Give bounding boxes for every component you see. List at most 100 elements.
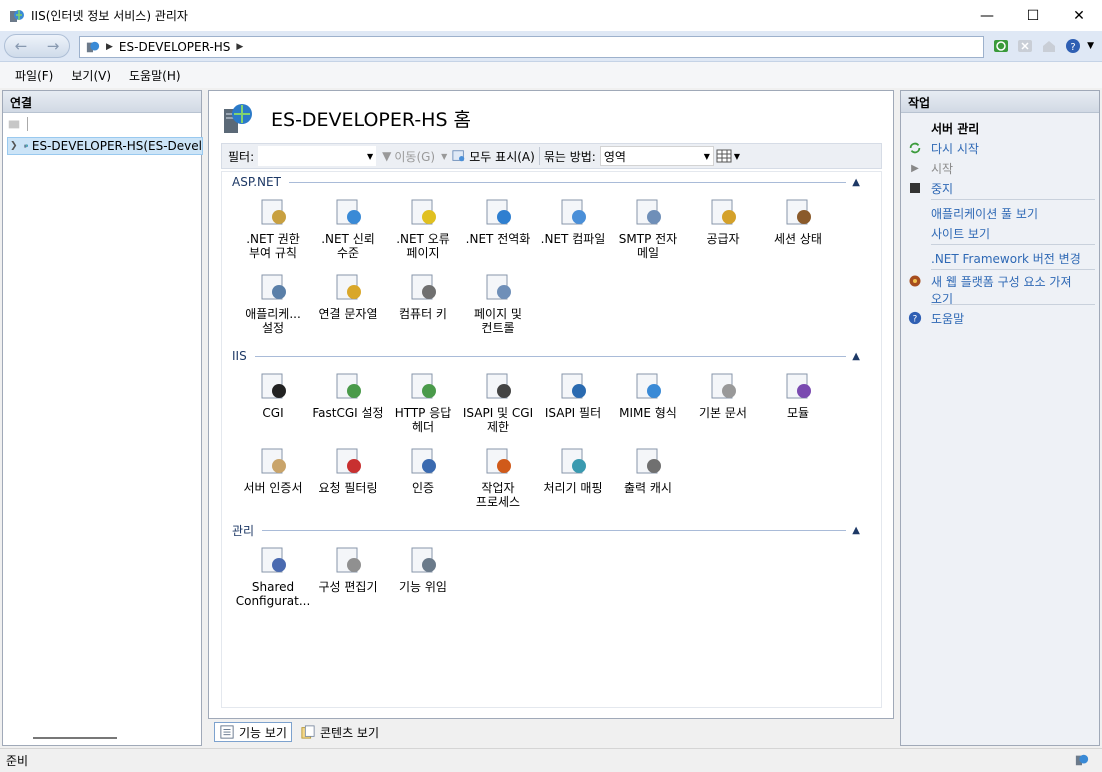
feature-item[interactable]: 연결 문자열: [311, 271, 385, 321]
funnel-icon[interactable]: ▼: [382, 149, 391, 163]
go-button[interactable]: 이동(G): [394, 148, 435, 165]
show-all-button[interactable]: 모두 표시(A): [469, 148, 535, 165]
feature-item[interactable]: 인증: [386, 445, 460, 495]
close-button[interactable]: ✕: [1056, 0, 1102, 31]
connections-header: 연결: [3, 91, 201, 113]
view-sites-action[interactable]: 사이트 보기: [931, 225, 990, 242]
help-icon: ?: [907, 310, 923, 326]
tree-node-server[interactable]: ❯ ES-DEVELOPER-HS(ES-Devel: [7, 137, 203, 155]
feature-label: 요청 필터링: [318, 481, 378, 495]
get-web-platform-action[interactable]: 새 웹 플랫폼 구성 요소 가져 오기: [931, 273, 1091, 307]
feature-icon: [711, 199, 736, 225]
feature-item[interactable]: 모듈: [761, 370, 835, 420]
feature-item[interactable]: .NET 전역화: [461, 196, 535, 246]
collapse-icon[interactable]: ▲: [852, 351, 860, 362]
feature-item[interactable]: 출력 캐시: [611, 445, 685, 495]
feature-label: 모듈: [786, 406, 810, 420]
back-arrow-icon[interactable]: ←: [15, 37, 28, 55]
feature-item[interactable]: 구성 편집기: [311, 544, 385, 594]
home-icon[interactable]: [1039, 36, 1059, 56]
stop-icon[interactable]: [1015, 36, 1035, 56]
feature-icon: [336, 199, 361, 225]
feature-item[interactable]: 기능 위임: [386, 544, 460, 594]
feature-item[interactable]: 페이지 및 컨트롤: [461, 271, 535, 335]
content-view-icon: [301, 725, 315, 739]
feature-label: .NET 컴파일: [540, 232, 606, 246]
feature-item[interactable]: 컴퓨터 키: [386, 271, 460, 321]
feature-item[interactable]: 애플리케... 설정: [236, 271, 310, 335]
feature-item[interactable]: 서버 인증서: [236, 445, 310, 495]
view-mode-dropdown-icon[interactable]: ▼: [734, 152, 740, 161]
feature-item[interactable]: MIME 형식: [611, 370, 685, 420]
maximize-button[interactable]: ☐: [1010, 0, 1056, 31]
help-dropdown-icon[interactable]: ▼: [1087, 41, 1094, 51]
features-view-tab[interactable]: 기능 보기: [214, 722, 292, 742]
menu-file[interactable]: 파일(F): [6, 67, 62, 84]
feature-icon: [336, 373, 361, 399]
feature-icon: [411, 373, 436, 399]
feature-item[interactable]: 작업자 프로세스: [461, 445, 535, 509]
horizontal-scrollbar[interactable]: [33, 737, 117, 739]
refresh-icon[interactable]: [991, 36, 1011, 56]
server-icon: [224, 104, 252, 133]
feature-item[interactable]: FastCGI 설정: [311, 370, 385, 420]
breadcrumb-arrow-icon[interactable]: ▶: [236, 42, 243, 52]
filter-toolbar: 필터: ▼ ▼ 이동(G) ▼ 모두 표시(A) 묶는 방법: 영역 ▼ ▼: [221, 143, 882, 169]
address-breadcrumb[interactable]: ▶ ES-DEVELOPER-HS ▶: [79, 36, 984, 58]
feature-item[interactable]: SMTP 전자 메일: [611, 196, 685, 260]
server-icon: [23, 144, 28, 148]
minimize-button[interactable]: —: [964, 0, 1010, 31]
features-view-label: 기능 보기: [239, 725, 287, 740]
restart-action[interactable]: 다시 시작: [931, 140, 979, 157]
filter-input[interactable]: ▼: [258, 146, 377, 166]
feature-item[interactable]: HTTP 응답 헤더: [386, 370, 460, 434]
feature-label: ISAPI 필터: [544, 406, 602, 420]
feature-item[interactable]: CGI: [236, 370, 310, 420]
menu-view[interactable]: 보기(V): [62, 67, 120, 84]
menu-help[interactable]: 도움말(H): [120, 67, 190, 84]
go-dropdown-icon[interactable]: ▼: [441, 152, 447, 161]
connections-pane: 연결 ❯ ES-DEVELOPER-HS(ES-Devel: [2, 90, 203, 746]
group-header[interactable]: IIS ▲: [232, 348, 868, 364]
feature-icon: [261, 274, 286, 300]
feature-item[interactable]: 세션 상태: [761, 196, 835, 246]
collapse-icon[interactable]: ▲: [852, 177, 860, 188]
help-action[interactable]: 도움말: [931, 310, 964, 327]
collapse-icon[interactable]: ▲: [852, 525, 860, 536]
breadcrumb-server[interactable]: ES-DEVELOPER-HS: [119, 40, 231, 54]
start-action[interactable]: 시작: [931, 160, 953, 177]
chevron-right-icon[interactable]: ❯: [10, 141, 18, 151]
connect-icon[interactable]: [7, 117, 21, 131]
feature-icon: [486, 448, 511, 474]
breadcrumb-arrow-icon[interactable]: ▶: [106, 42, 113, 52]
view-mode-icon[interactable]: [716, 149, 734, 163]
feature-item[interactable]: .NET 컴파일: [536, 196, 610, 246]
feature-label: 처리기 매핑: [543, 481, 603, 495]
feature-item[interactable]: 기본 문서: [686, 370, 760, 420]
feature-label: 컴퓨터 키: [399, 307, 447, 321]
change-net-version-action[interactable]: .NET Framework 버전 변경: [931, 250, 1081, 267]
group-by-select[interactable]: 영역 ▼: [599, 146, 714, 166]
feature-item[interactable]: .NET 신뢰 수준: [311, 196, 385, 260]
feature-item[interactable]: ISAPI 필터: [536, 370, 610, 420]
forward-arrow-icon[interactable]: →: [47, 37, 60, 55]
feature-item[interactable]: 공급자: [686, 196, 760, 246]
group-header[interactable]: ASP.NET ▲: [232, 174, 868, 190]
features-pane: ES-DEVELOPER-HS 홈 필터: ▼ ▼ 이동(G) ▼ 모두 표시(…: [208, 90, 894, 719]
stop-action[interactable]: 중지: [931, 180, 953, 197]
view-app-pools-action[interactable]: 애플리케이션 풀 보기: [931, 205, 1038, 222]
feature-item[interactable]: .NET 권한 부여 규칙: [236, 196, 310, 260]
feature-item[interactable]: ISAPI 및 CGI 제한: [461, 370, 535, 434]
feature-item[interactable]: .NET 오류 페이지: [386, 196, 460, 260]
feature-item[interactable]: Shared Configurat...: [236, 544, 310, 608]
help-icon[interactable]: ?: [1063, 36, 1083, 56]
feature-item[interactable]: 처리기 매핑: [536, 445, 610, 495]
content-view-tab[interactable]: 콘텐츠 보기: [296, 722, 383, 742]
feature-icon: [486, 373, 511, 399]
group-header[interactable]: 관리 ▲: [232, 522, 868, 538]
feature-label: 세션 상태: [774, 232, 822, 246]
stop-icon: [907, 180, 923, 196]
feature-item[interactable]: 요청 필터링: [311, 445, 385, 495]
feature-icon: [261, 448, 286, 474]
page-title: ES-DEVELOPER-HS 홈: [271, 108, 472, 131]
